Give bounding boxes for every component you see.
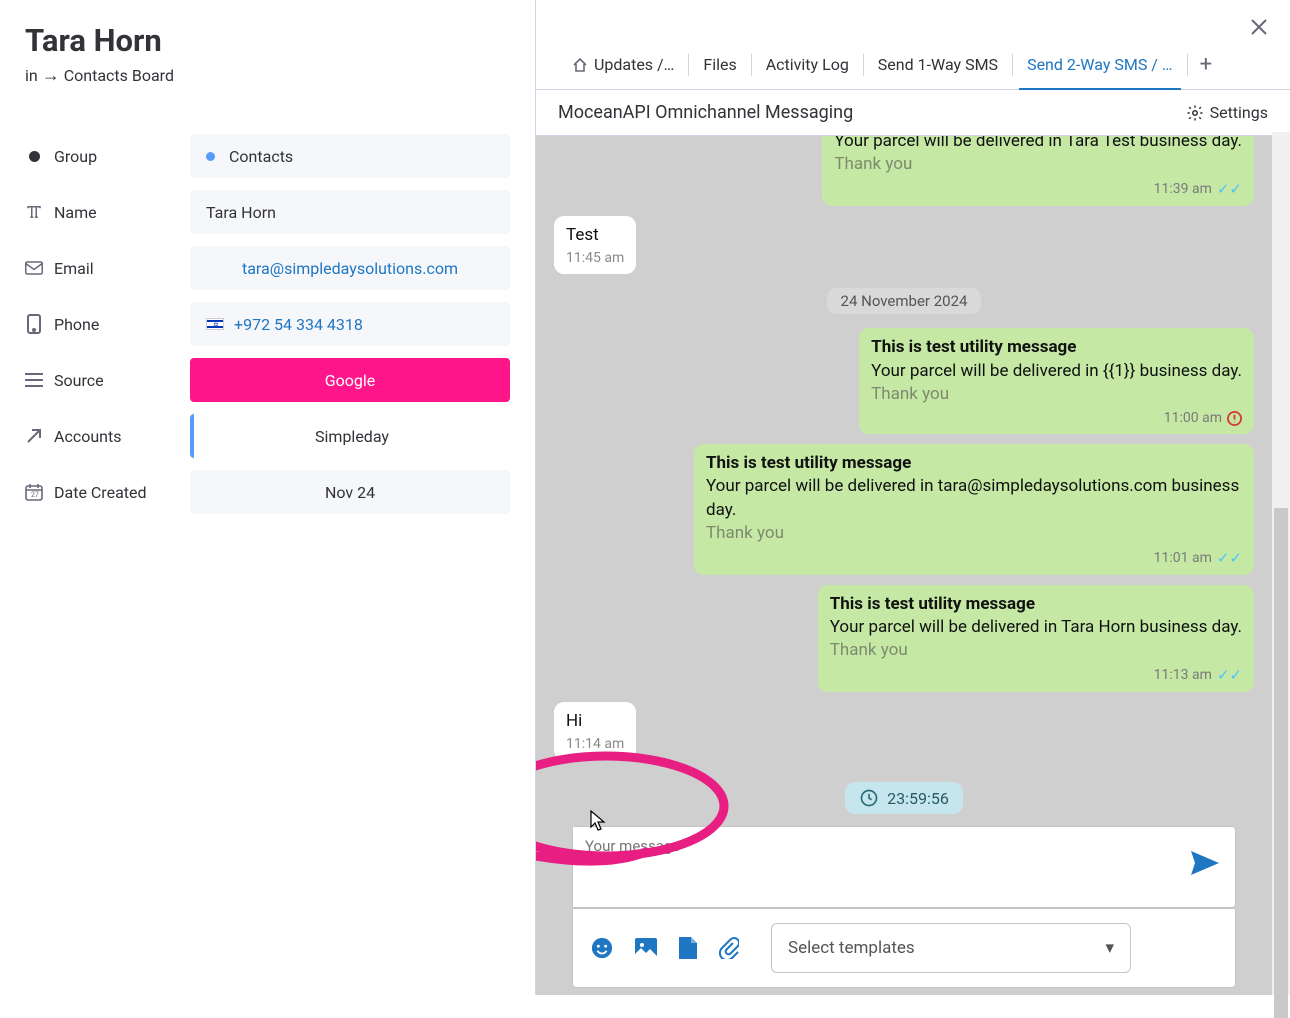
accounts-value[interactable]: Simpleday xyxy=(190,414,510,458)
status-dot-icon xyxy=(206,152,215,161)
attachment-icon[interactable] xyxy=(719,937,739,959)
send-button[interactable] xyxy=(1191,827,1235,875)
contact-details-panel: Tara Horn in → Contacts Board Group Cont… xyxy=(0,0,536,995)
field-phone: Phone ✡ +972 54 334 4318 xyxy=(25,302,510,346)
message-outgoing: This is test utility message Your parcel… xyxy=(859,328,1254,434)
double-check-icon: ✓✓ xyxy=(1217,665,1242,686)
double-check-icon: ✓✓ xyxy=(1217,179,1242,200)
source-value[interactable]: Google xyxy=(190,358,510,402)
field-group: Group Contacts xyxy=(25,134,510,178)
tab-send-2way-sms[interactable]: Send 2-Way SMS / … xyxy=(1013,40,1187,89)
emoji-icon[interactable] xyxy=(591,937,613,959)
message-time: 11:14 am xyxy=(566,735,624,754)
page-title: Tara Horn xyxy=(25,22,510,59)
message-outgoing: Your parcel will be delivered in Tara Te… xyxy=(822,136,1254,206)
composer-toolbar: Select templates ▾ xyxy=(572,908,1236,988)
chat-container: Your parcel will be delivered in Tara Te… xyxy=(536,136,1290,995)
tab-updates[interactable]: Updates /… xyxy=(558,40,688,89)
mail-icon xyxy=(25,259,43,277)
group-value[interactable]: Contacts xyxy=(190,134,510,178)
message-outgoing: This is test utility message Your parcel… xyxy=(694,444,1254,575)
breadcrumb-target: Contacts Board xyxy=(64,66,174,85)
message-time: 11:13 am xyxy=(1154,666,1212,685)
accounts-label: Accounts xyxy=(54,427,121,446)
gear-icon xyxy=(1186,104,1204,122)
message-outgoing: This is test utility message Your parcel… xyxy=(818,585,1254,692)
message-composer xyxy=(572,826,1236,908)
error-icon xyxy=(1227,411,1242,426)
template-select[interactable]: Select templates ▾ xyxy=(771,923,1131,973)
field-date-created: 27 Date Created Nov 24 xyxy=(25,470,510,514)
calendar-icon: 27 xyxy=(25,483,43,501)
message-incoming: Hi 11:14 am xyxy=(554,702,636,761)
menu-icon xyxy=(25,371,43,389)
conversation-panel: Updates /… Files Activity Log Send 1-Way… xyxy=(536,0,1290,995)
outer-scrollbar[interactable] xyxy=(1272,132,1290,995)
breadcrumb[interactable]: in → Contacts Board xyxy=(25,65,510,86)
home-icon xyxy=(572,57,588,73)
breadcrumb-prefix: in xyxy=(25,66,38,85)
settings-button[interactable]: Settings xyxy=(1186,103,1268,122)
name-label: Name xyxy=(54,203,97,222)
message-input[interactable] xyxy=(573,827,1191,907)
message-incoming: Test 11:45 am xyxy=(554,216,636,275)
field-accounts: Accounts Simpleday xyxy=(25,414,510,458)
image-icon[interactable] xyxy=(635,938,657,958)
double-check-icon: ✓✓ xyxy=(1217,548,1242,569)
flag-israel-icon: ✡ xyxy=(206,318,224,330)
phone-label: Phone xyxy=(54,315,99,334)
phone-value[interactable]: ✡ +972 54 334 4318 xyxy=(190,302,510,346)
integration-header: MoceanAPI Omnichannel Messaging Settings xyxy=(536,90,1290,136)
integration-title: MoceanAPI Omnichannel Messaging xyxy=(558,102,853,123)
date-created-label: Date Created xyxy=(54,483,147,502)
message-time: 11:39 am xyxy=(1154,180,1212,199)
tab-send-1way-sms[interactable]: Send 1-Way SMS xyxy=(864,40,1012,89)
field-email: Email tara@simpledaysolutions.com xyxy=(25,246,510,290)
scrollbar-thumb[interactable] xyxy=(1274,508,1288,1018)
text-icon xyxy=(25,203,43,221)
field-name: Name Tara Horn xyxy=(25,190,510,234)
tab-files[interactable]: Files xyxy=(689,40,750,89)
message-time: 11:00 am xyxy=(1164,409,1222,428)
date-created-value[interactable]: Nov 24 xyxy=(190,470,510,514)
phone-icon xyxy=(25,315,43,333)
chat-scroll[interactable]: Your parcel will be delivered in Tara Te… xyxy=(536,136,1272,995)
session-timer: 23:59:56 xyxy=(554,782,1254,814)
chevron-down-icon: ▾ xyxy=(1105,938,1114,958)
name-value[interactable]: Tara Horn xyxy=(190,190,510,234)
arrow-right-icon: → xyxy=(42,65,60,86)
field-source: Source Google xyxy=(25,358,510,402)
source-label: Source xyxy=(54,371,104,390)
group-label: Group xyxy=(54,147,97,166)
arrow-up-right-icon xyxy=(25,427,43,445)
tab-activity-log[interactable]: Activity Log xyxy=(752,40,863,89)
clock-icon xyxy=(859,788,879,808)
svg-text:27: 27 xyxy=(31,491,39,499)
date-separator: 24 November 2024 xyxy=(554,288,1254,314)
add-tab-button[interactable]: + xyxy=(1188,52,1224,77)
email-value[interactable]: tara@simpledaysolutions.com xyxy=(190,246,510,290)
tabs: Updates /… Files Activity Log Send 1-Way… xyxy=(536,40,1290,90)
message-time: 11:01 am xyxy=(1154,549,1212,568)
group-dot-icon xyxy=(25,147,43,165)
close-button[interactable] xyxy=(1244,12,1274,42)
message-time: 11:45 am xyxy=(566,249,624,268)
file-icon[interactable] xyxy=(679,937,697,959)
email-label: Email xyxy=(54,259,94,278)
